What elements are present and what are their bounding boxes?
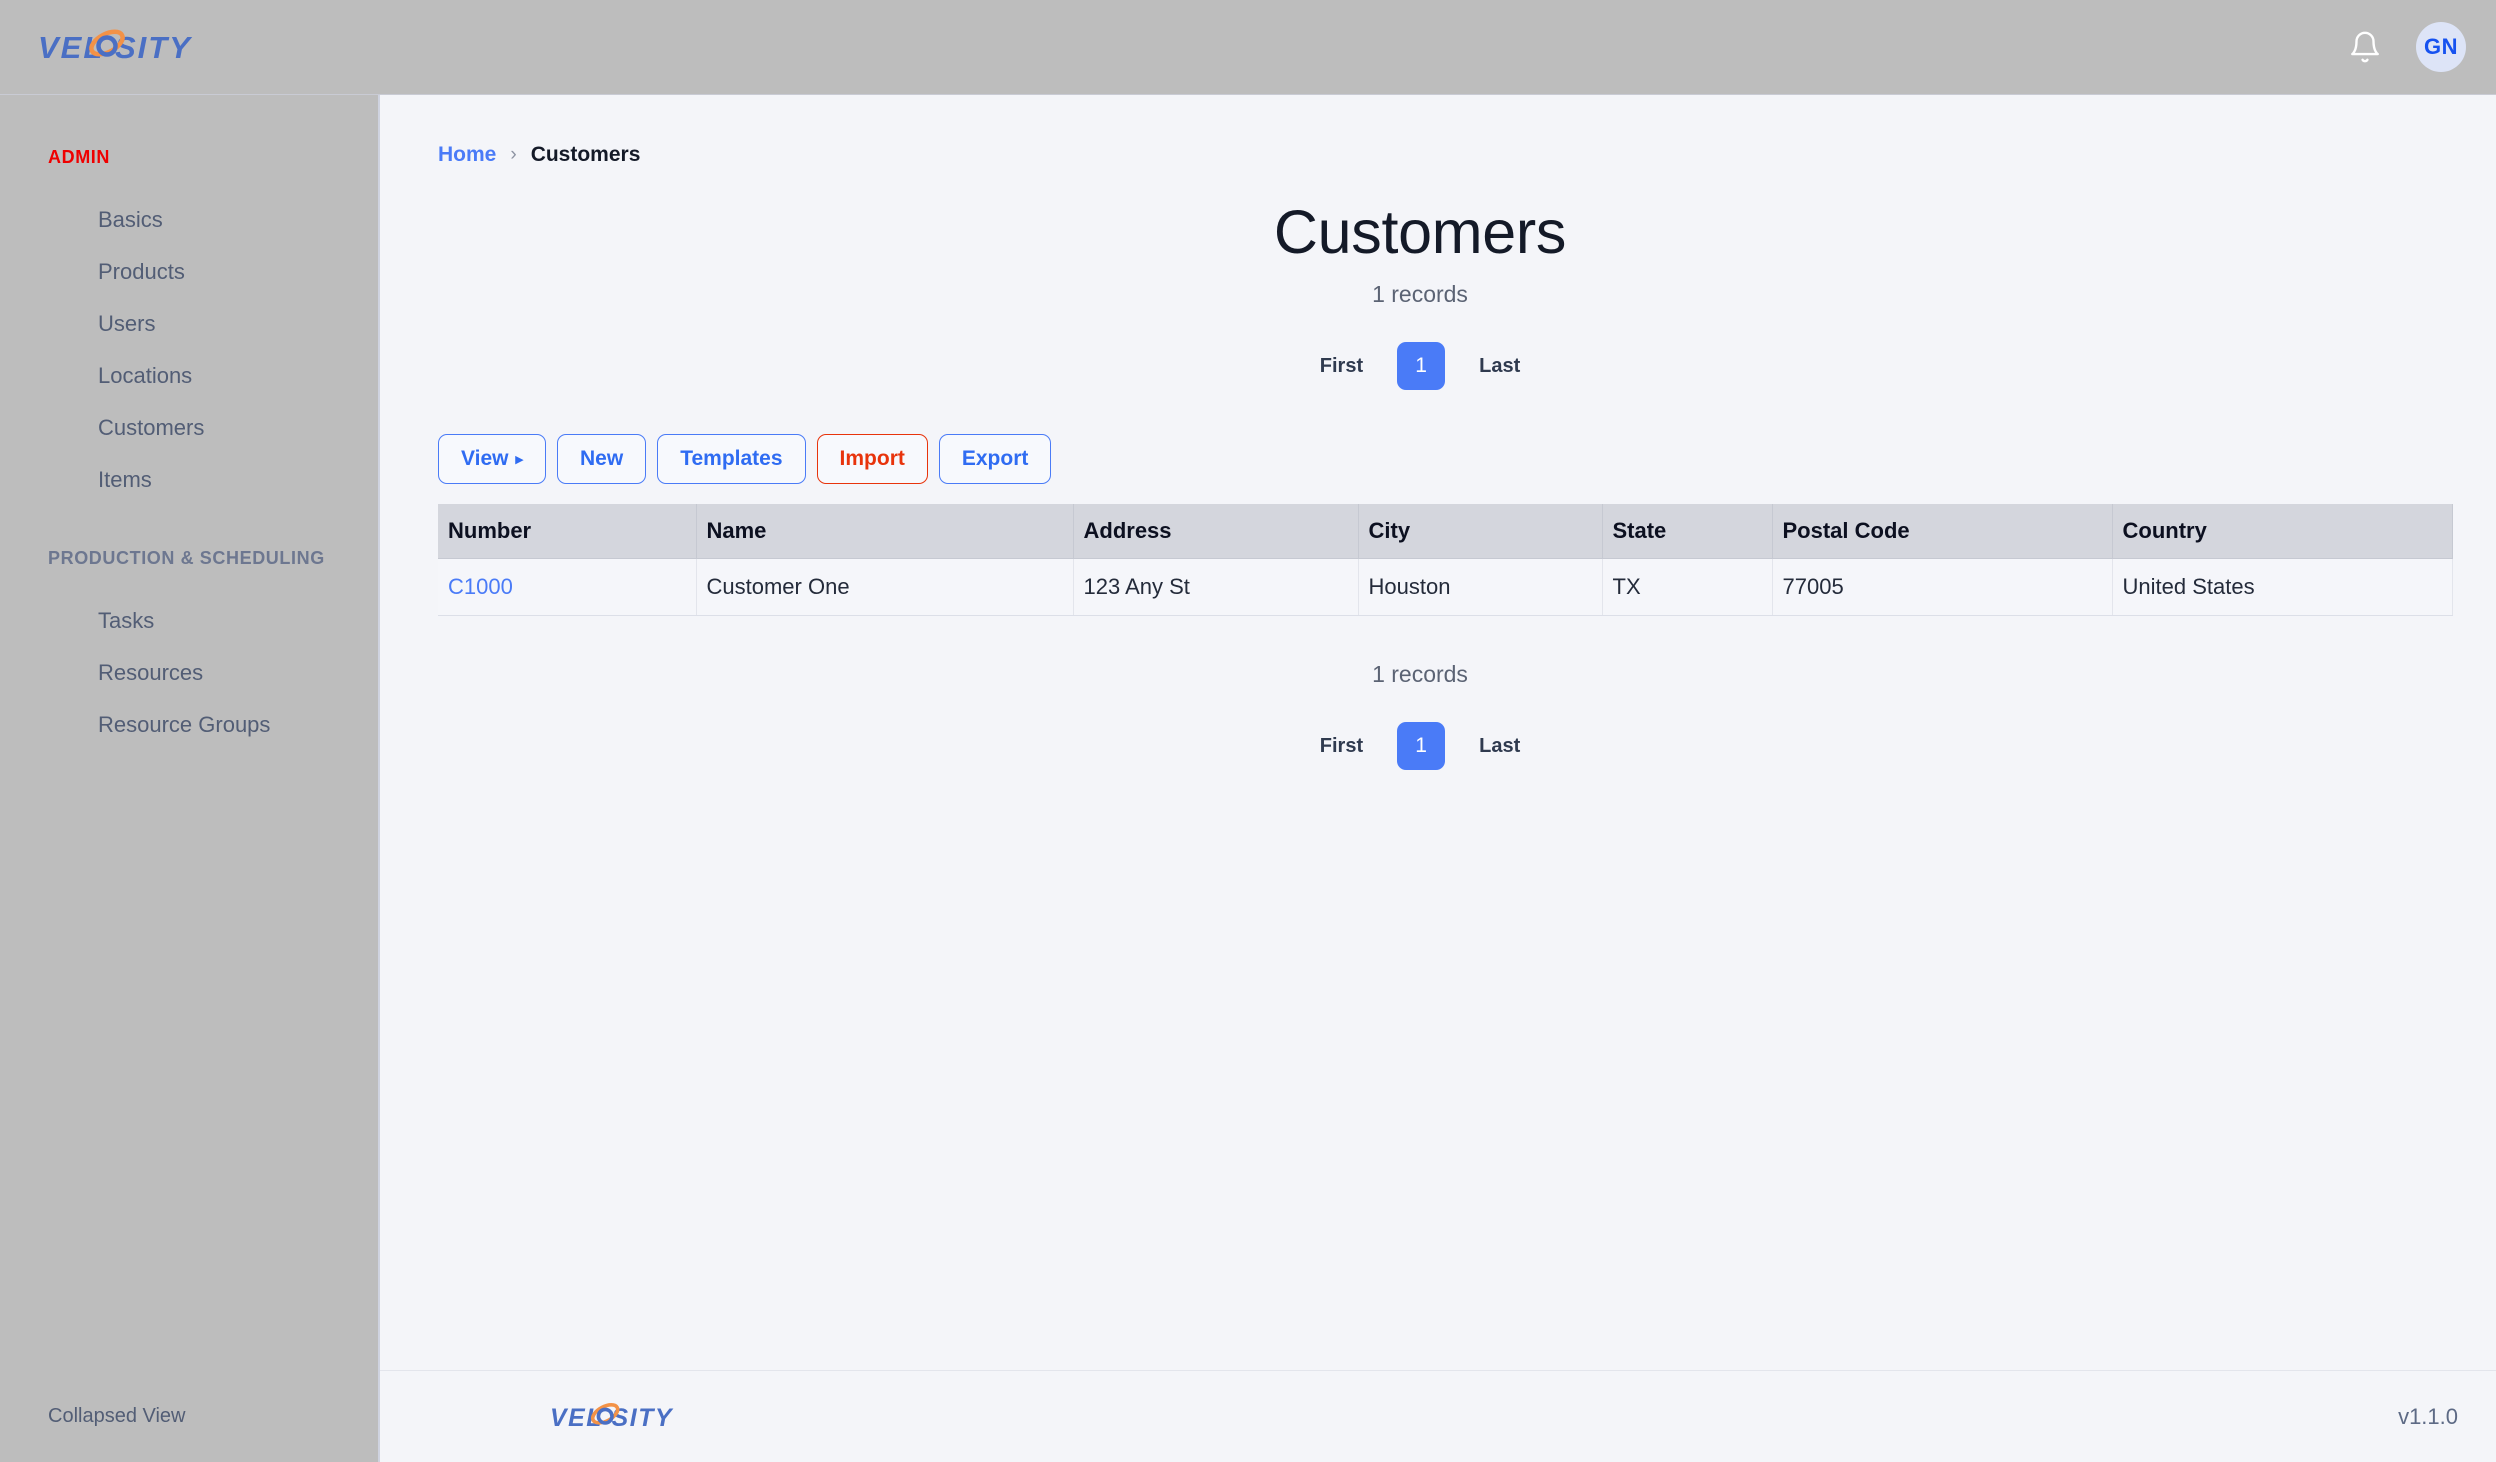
app-version: v1.1.0 <box>2398 1403 2458 1429</box>
sidebar-section-production-title: PRODUCTION & SCHEDULING <box>48 548 325 568</box>
svg-text:VEL: VEL <box>38 30 104 65</box>
sidebar-section-admin-title: ADMIN <box>48 147 110 167</box>
svg-text:VEL: VEL <box>550 1404 603 1431</box>
column-header-postal-code[interactable]: Postal Code <box>1772 504 2113 559</box>
footer: VEL SITY v1.1.0 <box>380 1370 2496 1462</box>
collapsed-view-toggle[interactable]: Collapsed View <box>0 1370 378 1462</box>
customer-number-link[interactable]: C1000 <box>448 574 513 599</box>
cell-name: Customer One <box>696 558 1074 616</box>
velosity-logo-footer-icon: VEL SITY <box>550 1402 674 1431</box>
pagination-page-1-top[interactable]: 1 <box>1397 342 1446 390</box>
column-header-address[interactable]: Address <box>1073 504 1359 559</box>
top-bar: VEL SITY GN <box>0 0 2496 95</box>
sidebar-item-resources[interactable]: Resources <box>0 647 378 699</box>
sidebar-item-tasks[interactable]: Tasks <box>0 595 378 647</box>
pagination-last-top[interactable]: Last <box>1479 355 1520 378</box>
svg-text:SITY: SITY <box>115 30 193 65</box>
breadcrumb-link-home[interactable]: Home <box>438 143 496 167</box>
column-header-country[interactable]: Country <box>2112 504 2453 559</box>
table-head: Number Name Address City State Postal Co… <box>438 504 2453 559</box>
app-body: ADMIN Basics Products Users Locations Cu… <box>0 95 2496 1462</box>
records-count-bottom: 1 records <box>1372 661 1468 687</box>
customers-table: Number Name Address City State Postal Co… <box>438 504 2453 616</box>
topbar-actions: GN <box>2348 22 2466 72</box>
main-content: Home › Customers Customers 1 records Fir… <box>380 95 2496 1370</box>
table-row[interactable]: C1000 Customer One 123 Any St Houston TX… <box>438 558 2453 616</box>
page-title: Customers <box>1273 198 1567 266</box>
sidebar-item-products[interactable]: Products <box>0 246 378 298</box>
breadcrumb-current: Customers <box>530 143 641 166</box>
customers-table-wrap: Number Name Address City State Postal Co… <box>438 504 2453 616</box>
sidebar-item-users[interactable]: Users <box>0 298 378 350</box>
sidebar-item-basics[interactable]: Basics <box>0 194 378 246</box>
cell-state: TX <box>1602 558 1773 616</box>
brand-logo[interactable]: VEL SITY <box>38 24 238 70</box>
pagination-top: First 1 Last <box>438 342 2402 390</box>
records-count-top: 1 records <box>1372 281 1468 307</box>
cell-city: Houston <box>1358 558 1603 616</box>
column-header-state[interactable]: State <box>1602 504 1773 559</box>
table-header-row: Number Name Address City State Postal Co… <box>438 504 2453 559</box>
cell-number: C1000 <box>438 558 697 616</box>
pagination-page-1-bottom[interactable]: 1 <box>1397 722 1446 770</box>
main-wrap: Home › Customers Customers 1 records Fir… <box>380 95 2496 1462</box>
sidebar-item-resource-groups[interactable]: Resource Groups <box>0 699 378 751</box>
sidebar-item-locations[interactable]: Locations <box>0 350 378 402</box>
pagination-first-bottom[interactable]: First <box>1320 735 1363 758</box>
view-button-label: View <box>461 447 509 470</box>
cell-country: United States <box>2112 558 2453 616</box>
new-button[interactable]: New <box>557 434 647 484</box>
bell-icon[interactable] <box>2348 30 2382 64</box>
sidebar-item-items[interactable]: Items <box>0 454 378 506</box>
column-header-city[interactable]: City <box>1358 504 1603 559</box>
pagination-bottom: First 1 Last <box>438 722 2402 770</box>
pagination-first-top[interactable]: First <box>1320 355 1363 378</box>
cell-address: 123 Any St <box>1073 558 1359 616</box>
column-header-name[interactable]: Name <box>696 504 1074 559</box>
sidebar-item-customers[interactable]: Customers <box>0 402 378 454</box>
app-root: VEL SITY GN ADMIN Basics Products Users <box>0 0 2496 1462</box>
table-body: C1000 Customer One 123 Any St Houston TX… <box>438 558 2453 616</box>
view-button[interactable]: View ▸ <box>438 434 547 484</box>
sidebar: ADMIN Basics Products Users Locations Cu… <box>0 95 380 1462</box>
sidebar-nav: ADMIN Basics Products Users Locations Cu… <box>0 95 378 1370</box>
breadcrumb: Home › Customers <box>438 143 2402 167</box>
cell-postal-code: 77005 <box>1772 558 2113 616</box>
column-header-number[interactable]: Number <box>438 504 697 559</box>
import-button[interactable]: Import <box>816 434 928 484</box>
pagination-last-bottom[interactable]: Last <box>1479 735 1520 758</box>
footer-brand-logo[interactable]: VEL SITY <box>550 1398 710 1436</box>
export-button[interactable]: Export <box>938 434 1052 484</box>
chevron-right-icon: › <box>510 144 517 165</box>
templates-button[interactable]: Templates <box>657 434 806 484</box>
svg-text:SITY: SITY <box>612 1404 674 1431</box>
avatar[interactable]: GN <box>2416 22 2466 72</box>
action-toolbar: View ▸ New Templates Import Export <box>438 434 2402 484</box>
velosity-logo-icon: VEL SITY <box>38 29 193 65</box>
caret-right-icon: ▸ <box>515 450 524 468</box>
